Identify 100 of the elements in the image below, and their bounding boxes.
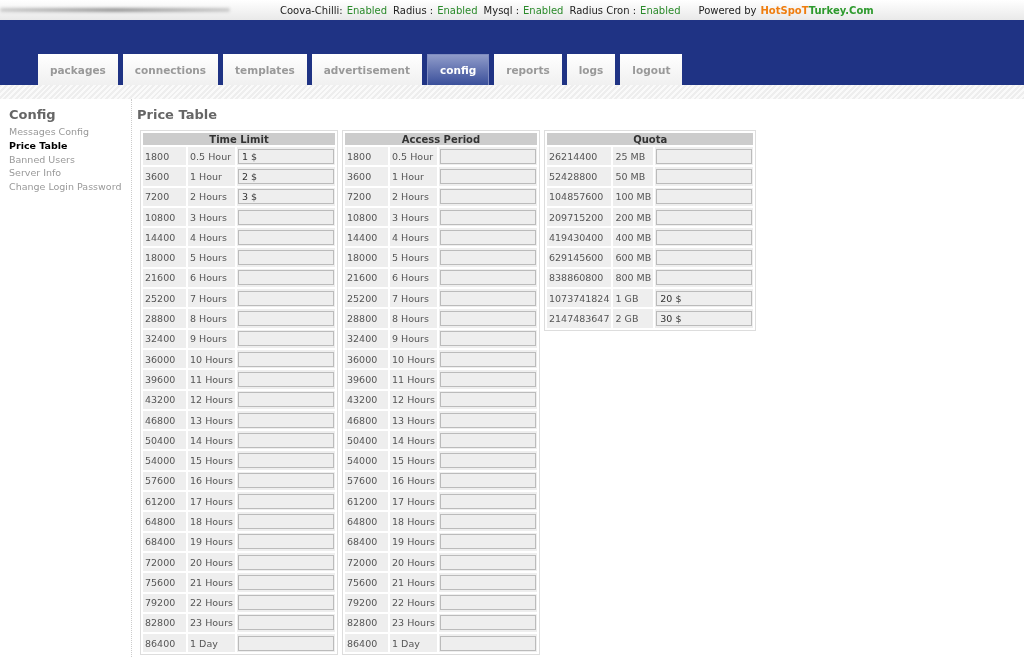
nav-tab[interactable]: packages [38,54,118,85]
price-input-field[interactable] [238,432,334,448]
price-input-field[interactable] [440,148,536,164]
price-input-field[interactable] [440,351,536,367]
price-input-field[interactable] [238,209,334,225]
price-input-field[interactable]: 3 $ [238,189,334,205]
table-cell: 419430400 [547,228,612,247]
table-header: Quota [547,133,754,145]
nav-tab[interactable]: logs [566,54,616,85]
price-input-field[interactable] [238,270,334,286]
price-input-field[interactable] [656,250,753,266]
price-input-field[interactable] [440,412,536,428]
sidebar-link[interactable]: Price Table [9,138,68,153]
price-input-field[interactable] [440,554,536,570]
nav-tab[interactable]: config [427,54,490,85]
price-input-field[interactable] [238,392,334,408]
price-input-field[interactable] [440,168,536,184]
sidebar-link[interactable]: Change Login Password [9,180,122,194]
table-cell: 20 Hours [188,552,235,572]
price-input-field[interactable] [440,250,536,266]
price-input-field[interactable] [238,615,334,631]
price-input-field[interactable] [440,453,536,469]
table-cell: 1800 [143,147,187,166]
brand-link[interactable]: HotSpoTTurkey.Com [760,4,874,16]
price-input-field[interactable] [440,371,536,387]
price-input-field[interactable] [238,412,334,428]
price-input-field[interactable]: 1 $ [238,148,334,164]
table-cell: 1073741824 [547,289,612,308]
price-input-field[interactable] [656,168,753,184]
price-input-field[interactable] [440,493,536,509]
price-input-field[interactable] [440,311,536,326]
table-cell: 3 Hours [188,207,235,227]
price-input-field[interactable] [656,270,753,286]
price-input-field[interactable] [440,534,536,550]
table-cell: 1 Hour [390,167,437,186]
price-input-field[interactable] [238,635,334,651]
price-input-field[interactable] [440,209,536,225]
table-cell: 79200 [143,593,187,612]
price-input-field[interactable] [238,331,334,347]
table-cell: 400 MB [613,228,654,247]
table-cell: 64800 [345,512,389,531]
price-input-field[interactable] [238,595,334,611]
price-input-field[interactable] [238,250,334,266]
nav-tab[interactable]: templates [223,54,307,85]
price-input-field[interactable] [238,311,334,326]
price-input-field[interactable] [440,635,536,651]
price-input-field[interactable] [440,595,536,611]
table-cell: 10800 [143,207,187,227]
table-cell: 2147483647 [547,309,612,328]
table-cell: 68400 [143,532,187,551]
price-input-field[interactable]: 30 $ [656,311,753,326]
table-cell: 838860800 [547,268,612,288]
price-input-field[interactable] [238,473,334,489]
price-input-field[interactable] [440,615,536,631]
price-input-field[interactable] [440,514,536,529]
table-cell: 25 MB [613,147,654,166]
price-input-field[interactable] [440,473,536,489]
nav-tab[interactable]: reports [494,54,562,85]
nav-tab[interactable]: connections [122,54,219,85]
price-input-field[interactable] [238,371,334,387]
price-input-field[interactable] [440,270,536,286]
table-cell: 12 Hours [188,390,235,409]
price-input-field[interactable]: 20 $ [656,290,753,306]
nav-tab[interactable]: logout [620,54,683,85]
table-cell: 16 Hours [390,471,437,491]
service-status: Enabled [523,4,564,16]
price-input-field[interactable] [440,189,536,205]
price-input-field[interactable] [238,290,334,306]
table-cell: 104857600 [547,187,612,206]
sidebar-link[interactable]: Server Info [9,166,62,181]
price-input-field[interactable] [440,290,536,306]
price-input-field[interactable] [238,229,334,245]
price-input-field[interactable] [440,432,536,448]
table-cell: 54000 [345,451,389,470]
price-input-field[interactable] [656,229,753,245]
table-cell: 0.5 Hour [390,147,437,166]
table-cell: 20 Hours [390,552,437,572]
table-cell: 52428800 [547,167,612,186]
price-input-field[interactable] [238,453,334,469]
price-input-field[interactable] [238,574,334,590]
sidebar-link[interactable]: Messages Config [9,125,90,139]
price-input-field[interactable] [440,574,536,590]
price-input-field[interactable] [440,331,536,347]
price-input-field[interactable] [656,189,753,205]
price-input-field[interactable] [238,351,334,367]
price-input-field[interactable] [440,229,536,245]
sidebar-link[interactable]: Banned Users [9,152,75,167]
price-input-field[interactable] [238,493,334,509]
price-input-field[interactable] [238,514,334,529]
price-input-field[interactable] [656,148,753,164]
table-cell: 3 Hours [390,207,437,227]
table-cell: 7 Hours [390,289,437,308]
nav-tab[interactable]: advertisement [311,54,423,85]
price-input-field[interactable] [440,392,536,408]
price-input-field[interactable] [656,209,753,225]
table-cell: 50 MB [613,167,654,186]
price-input-field[interactable]: 2 $ [238,168,334,184]
price-input-field[interactable] [238,534,334,550]
table-cell: 79200 [345,593,389,612]
price-input-field[interactable] [238,554,334,570]
